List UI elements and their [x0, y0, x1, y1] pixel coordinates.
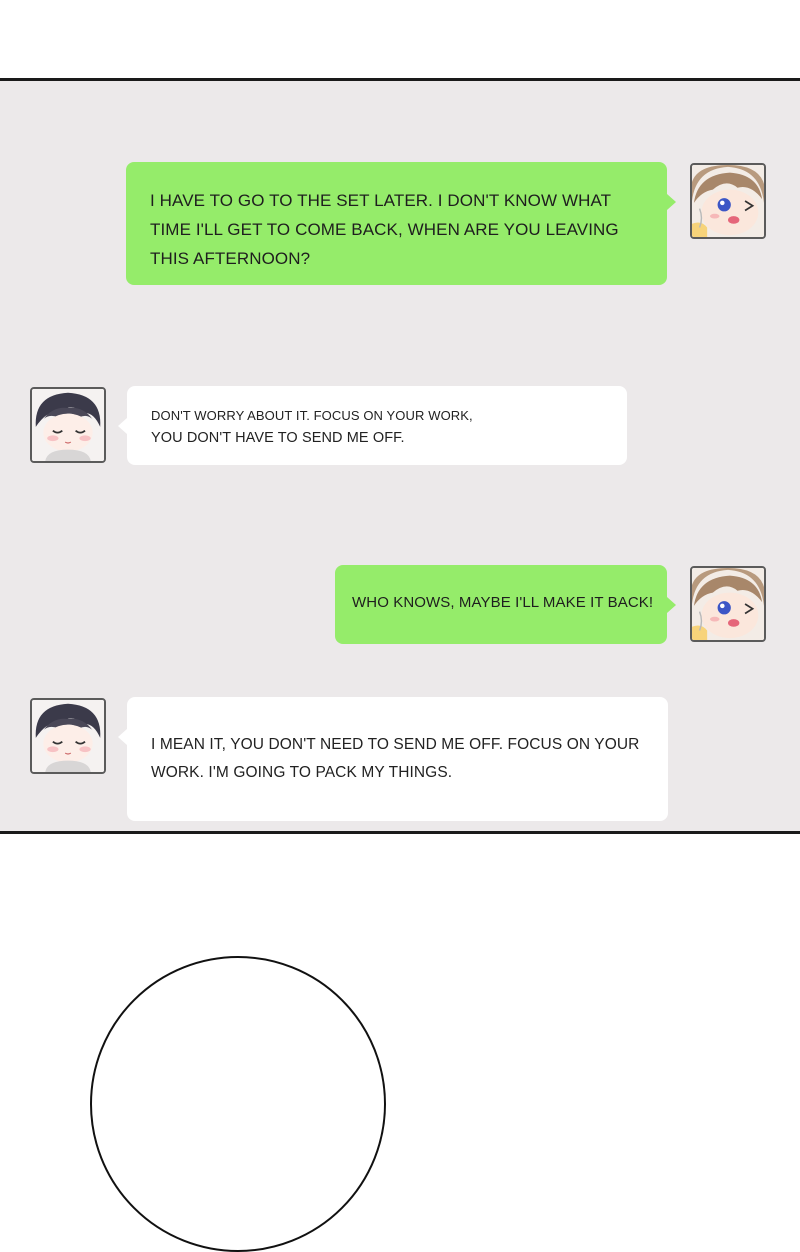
message-text-line: DON'T WORRY ABOUT IT. FOCUS ON YOUR WORK…: [151, 408, 473, 423]
message-text-line: I HAVE TO GO TO THE SET LATER. I DON'T K…: [150, 191, 612, 210]
message-text-line: TIME I'LL GET TO COME BACK, WHEN ARE YOU…: [150, 220, 619, 239]
message-bubble-received: DON'T WORRY ABOUT IT. FOCUS ON YOUR WORK…: [118, 386, 627, 465]
message-bubble-sent: WHO KNOWS, MAYBE I'LL MAKE IT BACK!: [335, 565, 676, 644]
blond-boy-avatar-icon[interactable]: [690, 566, 766, 642]
blond-boy-avatar-icon[interactable]: [690, 163, 766, 239]
message-text-line: THIS AFTERNOON?: [150, 249, 311, 268]
winking-blond-boy-avatar-icon: [692, 568, 764, 640]
smiling-dark-haired-boy-avatar-icon: [32, 700, 104, 772]
message-text-line: YOU DON'T HAVE TO SEND ME OFF.: [151, 430, 405, 446]
chat-panel: I HAVE TO GO TO THE SET LATER. I DON'T K…: [0, 78, 800, 834]
message-text-line: WHO KNOWS, MAYBE I'LL MAKE IT BACK!: [352, 594, 654, 611]
message-text-line: I MEAN IT, YOU DON'T NEED TO SEND ME OFF…: [151, 736, 640, 753]
message-text-line: WORK. I'M GOING TO PACK MY THINGS.: [151, 764, 453, 781]
smiling-dark-haired-boy-avatar-icon: [32, 389, 104, 461]
message-bubble-received: I MEAN IT, YOU DON'T NEED TO SEND ME OFF…: [118, 697, 668, 821]
winking-blond-boy-avatar-icon: [692, 165, 764, 237]
message-bubble-sent: I HAVE TO GO TO THE SET LATER. I DON'T K…: [126, 162, 676, 285]
speech-circle-outline: [90, 956, 386, 1252]
dark-haired-boy-avatar-icon[interactable]: [30, 387, 106, 463]
dark-haired-boy-avatar-icon[interactable]: [30, 698, 106, 774]
